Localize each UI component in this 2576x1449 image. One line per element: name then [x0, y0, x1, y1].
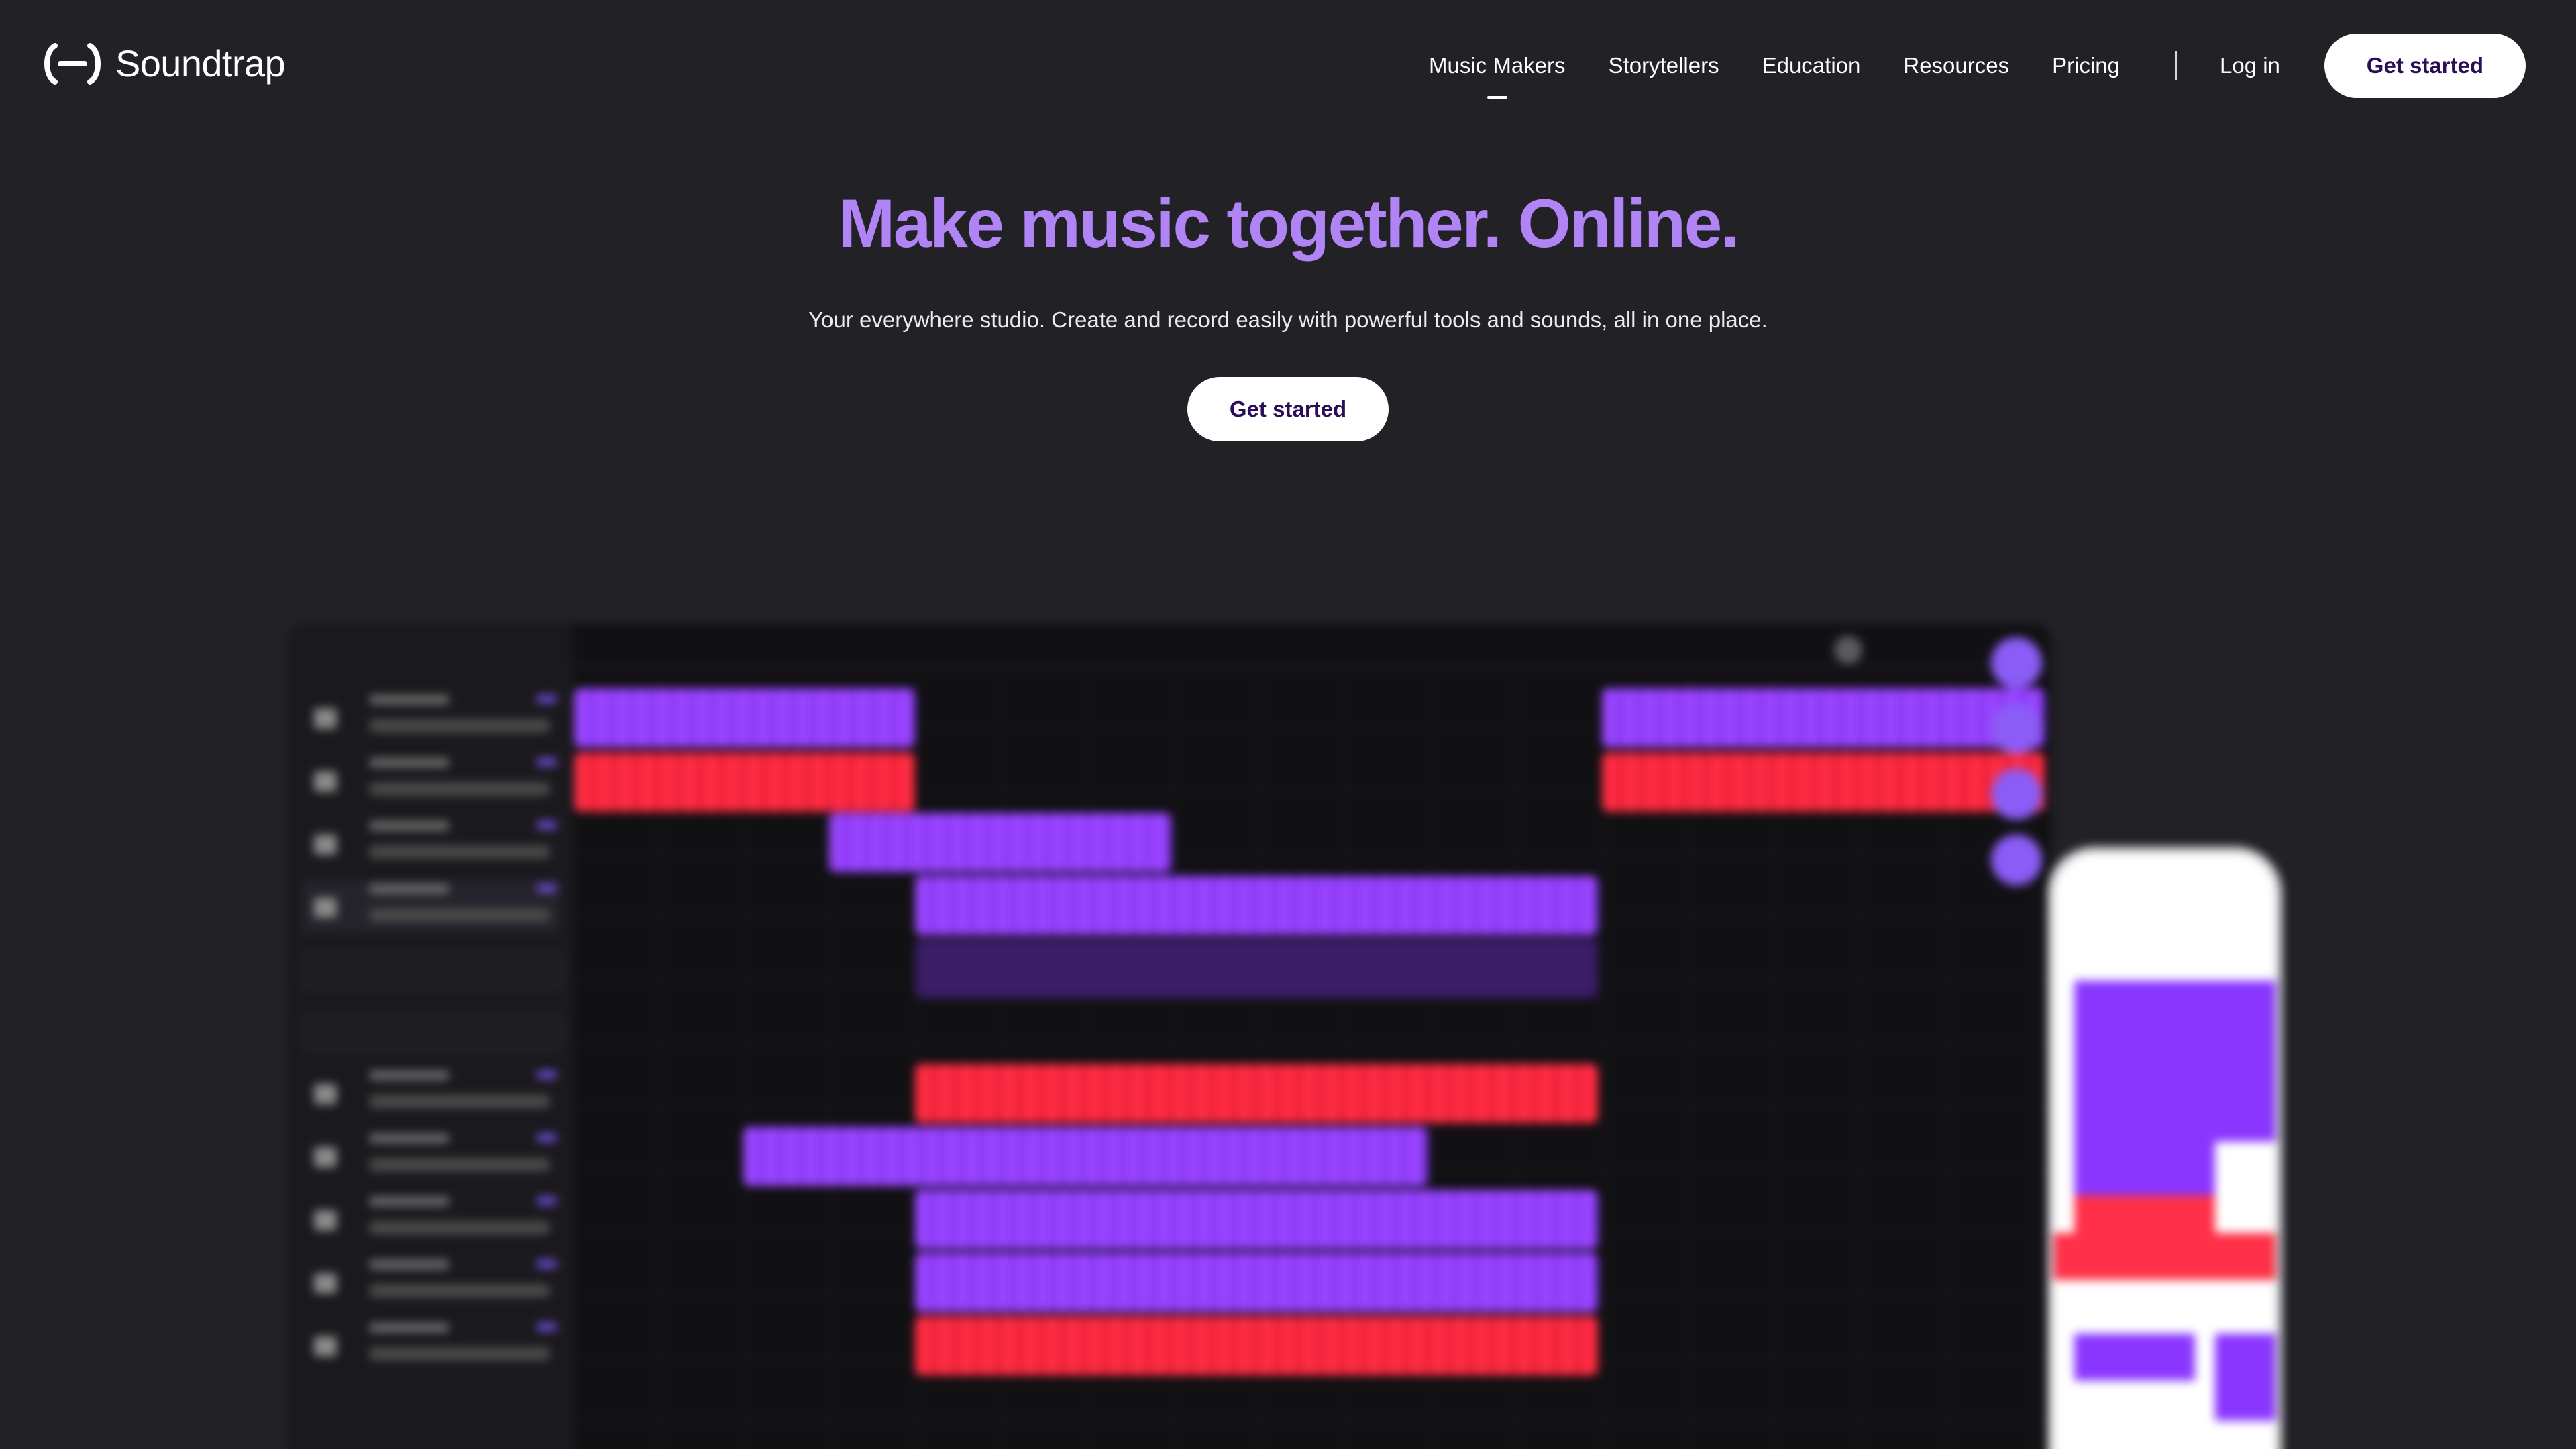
track-row — [302, 1319, 560, 1373]
track-row — [302, 1256, 560, 1309]
side-tool-icon — [1991, 703, 2042, 754]
track-row — [302, 691, 560, 745]
audio-clip — [915, 1316, 1598, 1375]
audio-clip — [915, 1064, 1598, 1123]
nav-divider — [2174, 51, 2177, 80]
hero-title: Make music together. Online. — [838, 185, 1739, 262]
nav-item-storytellers[interactable]: Storytellers — [1609, 53, 1719, 78]
audio-clip — [915, 1190, 1598, 1249]
logo-wordmark: Soundtrap — [115, 42, 286, 85]
automation-add — [302, 1014, 563, 1051]
track-row — [302, 880, 560, 934]
timeline-ruler — [572, 624, 2051, 667]
audio-clip — [2074, 1142, 2215, 1195]
audio-clip — [915, 876, 1598, 935]
audio-clip — [2215, 1334, 2275, 1421]
side-tool-icon — [1991, 835, 2042, 885]
audio-clip — [915, 1253, 1598, 1312]
hero-subtitle: Your everywhere studio. Create and recor… — [808, 307, 1768, 332]
nav-item-pricing[interactable]: Pricing — [2052, 53, 2120, 78]
audio-clip — [574, 688, 915, 747]
page: Soundtrap Music Makers Storytellers Educ… — [0, 0, 2576, 1449]
side-tool-icon — [1991, 769, 2042, 820]
site-header: Soundtrap Music Makers Storytellers Educ… — [0, 0, 2576, 131]
track-row — [302, 1067, 560, 1120]
nav-item-education[interactable]: Education — [1762, 53, 1861, 78]
track-row — [302, 817, 560, 871]
side-tool-icon — [1991, 637, 2042, 688]
audio-clip — [743, 1127, 1428, 1186]
track-row — [302, 754, 560, 808]
logo[interactable]: Soundtrap — [42, 42, 286, 86]
audio-clip — [2074, 981, 2275, 1088]
automation-select — [302, 953, 563, 989]
audio-clip — [2074, 1334, 2195, 1381]
track-list-panel — [287, 624, 572, 1449]
header-get-started-button[interactable]: Get started — [2324, 34, 2526, 98]
nav-item-music-makers[interactable]: Music Makers — [1429, 53, 1566, 99]
audio-clip — [1602, 688, 2045, 747]
audio-clip — [2054, 1233, 2275, 1280]
login-link[interactable]: Log in — [2220, 53, 2280, 78]
automation-lane — [915, 939, 1598, 998]
track-row — [302, 1193, 560, 1246]
mobile-preview-image — [2047, 847, 2282, 1449]
nav-item-resources[interactable]: Resources — [1903, 53, 2009, 78]
track-row — [302, 1130, 560, 1183]
audio-clip — [2074, 1088, 2275, 1142]
daw-preview-image — [287, 624, 2051, 1449]
audio-clip — [574, 753, 915, 812]
hero-get-started-button[interactable]: Get started — [1187, 377, 1389, 441]
audio-clip — [829, 813, 1171, 872]
audio-clip — [1602, 753, 2045, 812]
soundtrap-logo-icon — [44, 43, 101, 85]
main-nav: Music Makers Storytellers Education Reso… — [1429, 34, 2526, 99]
toolbar-icon — [1834, 636, 1862, 664]
